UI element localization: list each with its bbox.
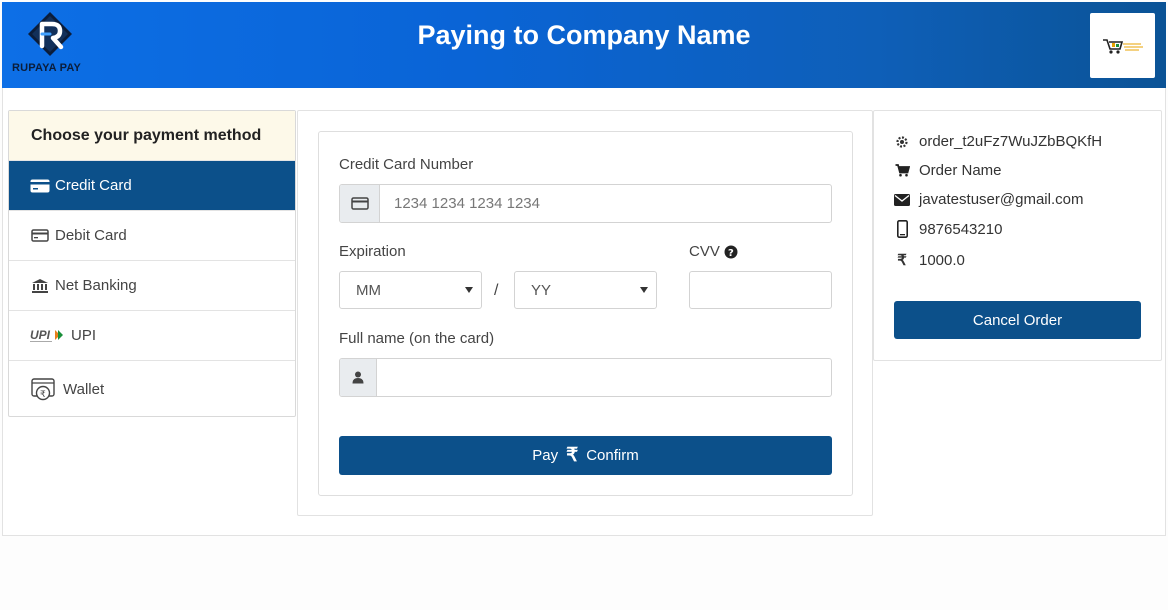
card-number-input[interactable]: 1234 1234 1234 1234 [380,185,831,222]
order-id: order_t2uFz7WuJZbBQKfH [919,133,1103,150]
order-amount: 1000.0 [919,251,965,269]
svg-text:UPI: UPI [30,328,51,342]
order-name: Order Name [919,162,1002,179]
pay-confirm-button[interactable]: Pay ₹ Confirm [339,436,832,475]
rupee-icon: ₹ [566,445,579,466]
fullname-label: Full name (on the card) [339,330,495,347]
cancel-order-button[interactable]: Cancel Order [894,301,1141,339]
card-addon [340,185,380,222]
method-net-banking[interactable]: Net Banking [9,261,295,311]
fullname-input[interactable] [377,359,831,396]
method-credit-card[interactable]: Credit Card [9,161,295,211]
method-label: Wallet [63,380,105,398]
shopping-cart-icon [894,164,910,177]
gear-icon [894,135,910,149]
card-number-label: Credit Card Number [339,156,474,173]
expiry-year-select[interactable]: YY [514,271,657,309]
customer-email: javatestuser@gmail.com [919,191,1084,208]
order-id-row: order_t2uFz7WuJZbBQKfH [894,133,1102,150]
method-label: UPI [71,327,97,344]
phone-row: 9876543210 [894,220,1002,238]
order-summary-panel: order_t2uFz7WuJZbBQKfH Order Name javate… [873,110,1162,361]
chevron-down-icon [465,287,473,293]
mobile-phone-icon [894,220,910,238]
customer-phone: 9876543210 [919,220,1003,238]
chevron-down-icon [640,287,648,293]
confirm-label: Confirm [586,447,639,464]
user-icon [352,371,364,384]
svg-text:?: ? [728,248,734,259]
method-wallet[interactable]: ₹ Wallet [9,361,295,417]
method-label: Net Banking [55,277,137,294]
method-label: Credit Card [55,177,132,194]
amount-row: ₹ 1000.0 [894,251,965,270]
email-row: javatestuser@gmail.com [894,191,1083,208]
credit-card-form: Credit Card Number 1234 1234 1234 1234 E… [318,131,853,496]
expiry-month-select[interactable]: MM [339,271,482,309]
method-label: Debit Card [55,227,127,244]
payment-form-panel: Credit Card Number 1234 1234 1234 1234 E… [297,110,873,516]
order-name-row: Order Name [894,162,1002,179]
payment-method-heading: Choose your payment method [9,111,295,161]
wallet-icon: ₹ [29,376,59,402]
cvv-label-row: CVV ? [689,243,738,260]
rupee-icon: ₹ [897,252,907,269]
method-upi[interactable]: UPI UPI [9,311,295,361]
page-header: RUPAYA PAY Paying to Company Name [2,2,1166,88]
question-circle-icon[interactable]: ? [724,245,738,259]
expiration-label: Expiration [339,243,406,260]
merchant-logo [1090,13,1155,78]
expiry-month-value: MM [356,281,381,299]
debit-card-icon [29,229,51,242]
expiry-separator: / [494,282,499,299]
page-title: Paying to Company Name [417,20,751,50]
logo-text: RUPAYA PAY [12,62,82,74]
payment-method-panel: Choose your payment method Credit Card D… [8,110,296,417]
bank-icon [29,278,51,294]
method-debit-card[interactable]: Debit Card [9,211,295,261]
pay-label: Pay [532,447,559,464]
upi-logo-icon: UPI [29,328,67,344]
shopping-cart-logo-icon [1102,38,1143,54]
credit-card-icon [350,197,369,210]
cvv-input[interactable] [689,271,832,309]
envelope-icon [894,193,910,206]
cvv-label: CVV [689,243,720,260]
expiry-year-value: YY [531,281,552,299]
svg-text:₹: ₹ [40,390,46,400]
fullname-field[interactable] [339,358,832,397]
user-addon [340,359,377,396]
credit-card-icon [29,179,51,193]
card-number-field[interactable]: 1234 1234 1234 1234 [339,184,832,223]
